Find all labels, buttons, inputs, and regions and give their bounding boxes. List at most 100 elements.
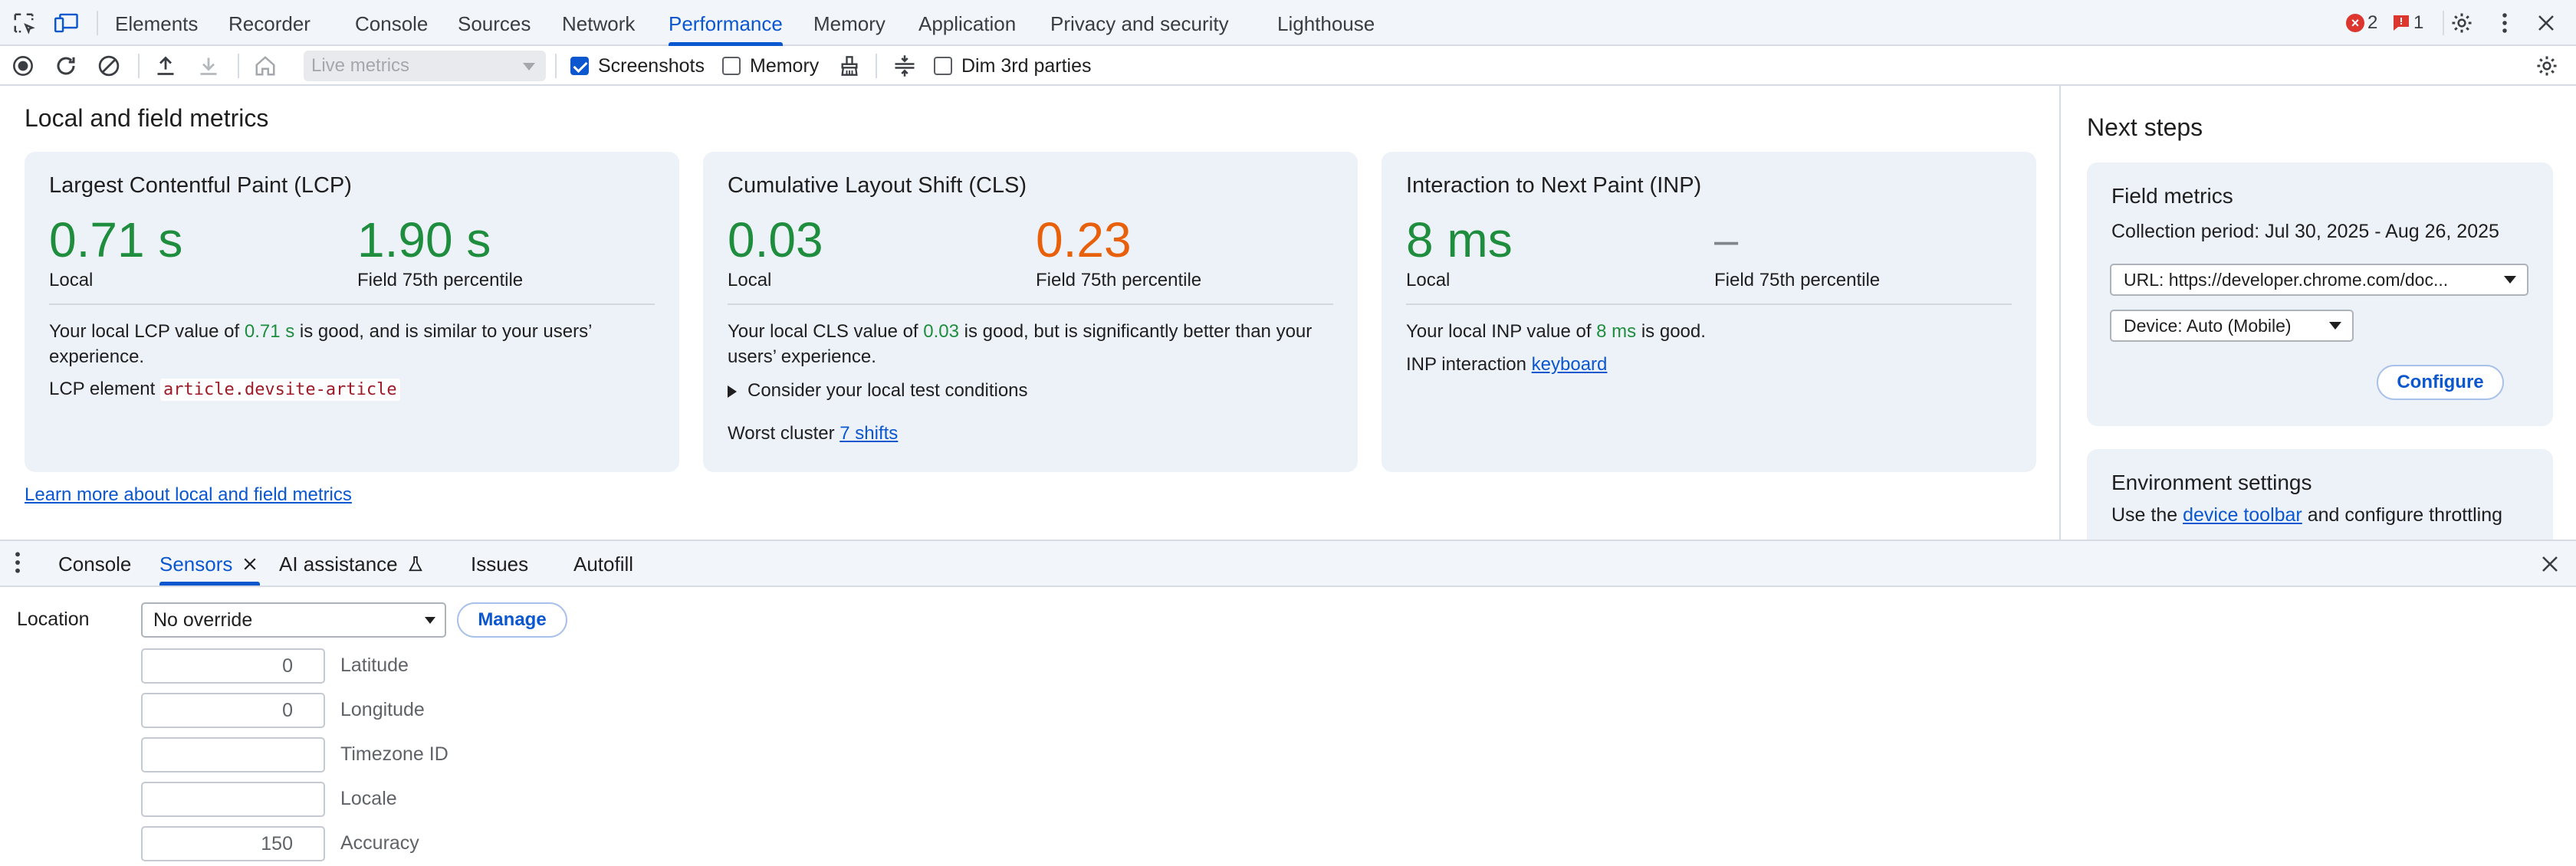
screenshots-checkbox[interactable]	[570, 57, 589, 75]
download-icon	[195, 53, 222, 79]
lcp-title: Largest Contentful Paint (LCP)	[49, 173, 352, 198]
collection-period: Collection period: Jul 30, 2025 - Aug 26…	[2111, 221, 2499, 242]
next-steps-panel: Next steps Field metrics Collection peri…	[2059, 86, 2576, 540]
cls-title: Cumulative Layout Shift (CLS)	[728, 173, 1027, 198]
divider	[49, 303, 655, 305]
consider-conditions-toggle[interactable]: Consider your local test conditions	[728, 380, 1028, 402]
page-title: Local and field metrics	[25, 104, 269, 132]
worst-cluster-label: Worst cluster	[728, 423, 835, 444]
location-select[interactable]: No override	[141, 602, 446, 638]
lcp-description: Your local LCP value of 0.71 s is good, …	[49, 319, 658, 369]
drawer-tab-sensors-label: Sensors	[159, 553, 233, 576]
lcp-local-value: 0.71 s	[49, 212, 183, 267]
drawer-tab-issues[interactable]: Issues	[471, 541, 528, 586]
tab-lighthouse[interactable]: Lighthouse	[1277, 0, 1375, 46]
inp-text-value: 8 ms	[1596, 321, 1637, 342]
upload-icon[interactable]	[152, 53, 179, 79]
mode-select: Live metrics	[304, 51, 546, 81]
env-text-before: Use the	[2111, 504, 2183, 526]
drawer-tab-sensors[interactable]: Sensors	[159, 541, 261, 586]
manage-button[interactable]: Manage	[457, 602, 567, 638]
split-layout-icon[interactable]	[891, 53, 918, 79]
memory-checkbox[interactable]	[722, 57, 741, 75]
cls-field-value: 0.23	[1036, 212, 1132, 267]
drawer-tab-ai-assistance[interactable]: AI assistance	[279, 541, 423, 586]
inp-text-before: Your local INP value of	[1406, 321, 1597, 342]
inspect-element-icon[interactable]	[11, 10, 37, 36]
tab-console[interactable]: Console	[355, 0, 428, 46]
lcp-text-value: 0.71 s	[244, 321, 295, 342]
home-icon	[251, 53, 279, 79]
issue-count-badge[interactable]: 1	[2392, 12, 2423, 34]
locale-input[interactable]	[141, 782, 325, 817]
latitude-input[interactable]: 0	[141, 648, 325, 684]
lcp-local-label: Local	[49, 270, 94, 290]
close-tab-icon[interactable]	[243, 557, 257, 571]
field-metrics-card: Field metrics Collection period: Jul 30,…	[2087, 162, 2553, 426]
cls-text-value: 0.03	[923, 321, 959, 342]
inp-interaction-link[interactable]: keyboard	[1532, 354, 1608, 375]
chevron-down-icon	[523, 63, 535, 71]
flask-icon	[408, 556, 422, 572]
lcp-element-selector[interactable]: article.devsite-article	[159, 379, 400, 401]
reload-icon[interactable]	[52, 53, 80, 79]
settings-gear-icon[interactable]	[2449, 10, 2475, 36]
url-select[interactable]: URL: https://developer.chrome.com/doc...	[2110, 264, 2528, 296]
device-select[interactable]: Device: Auto (Mobile)	[2110, 310, 2354, 342]
tab-performance[interactable]: Performance	[669, 0, 783, 46]
env-text-after: and configure throttling	[2302, 504, 2503, 526]
tab-recorder[interactable]: Recorder	[228, 0, 310, 46]
timezone-id-input[interactable]	[141, 737, 325, 773]
inp-field-value: –	[1714, 215, 1739, 264]
inp-text-after: is good.	[1636, 321, 1706, 342]
error-count-badge[interactable]: × 2	[2346, 12, 2377, 34]
drawer-tab-ai-assistance-label: AI assistance	[279, 553, 398, 576]
inp-interaction-label: INP interaction	[1406, 354, 1526, 375]
worst-cluster-link[interactable]: 7 shifts	[840, 423, 898, 444]
device-toolbar-link[interactable]: device toolbar	[2183, 504, 2302, 526]
clear-icon[interactable]	[95, 53, 123, 79]
drawer-menu-icon[interactable]	[14, 550, 21, 579]
inp-interaction-row: INP interaction keyboard	[1406, 354, 1607, 376]
configure-button[interactable]: Configure	[2377, 365, 2504, 400]
cls-description: Your local CLS value of 0.03 is good, bu…	[728, 319, 1336, 369]
dim-3rd-parties-checkbox[interactable]	[934, 57, 952, 75]
screenshots-label[interactable]: Screenshots	[598, 52, 705, 80]
close-drawer-icon[interactable]	[2541, 555, 2559, 577]
tab-privacy-and-security[interactable]: Privacy and security	[1050, 0, 1229, 46]
tab-sources[interactable]: Sources	[458, 0, 531, 46]
inp-field-label: Field 75th percentile	[1714, 270, 1881, 290]
location-label: Location	[17, 608, 90, 630]
divider	[238, 54, 239, 78]
issue-count: 1	[2413, 12, 2424, 33]
tab-elements[interactable]: Elements	[115, 0, 198, 46]
environment-settings-text: Use the device toolbar and configure thr…	[2111, 504, 2502, 526]
drawer-tab-autofill[interactable]: Autofill	[573, 541, 633, 586]
memory-label[interactable]: Memory	[750, 52, 819, 80]
drawer-tab-console[interactable]: Console	[58, 541, 131, 586]
drawer-tab-bar: Console Sensors AI assistance Issues Aut…	[0, 540, 2576, 587]
consider-conditions-label: Consider your local test conditions	[748, 380, 1028, 401]
close-devtools-icon[interactable]	[2533, 10, 2559, 36]
divider	[876, 54, 877, 78]
divider	[97, 11, 98, 35]
settings-gear-icon[interactable]	[2533, 53, 2561, 79]
broom-icon[interactable]	[836, 53, 863, 79]
environment-settings-title: Environment settings	[2111, 471, 2312, 494]
more-vertical-icon[interactable]	[2492, 10, 2518, 36]
lcp-element-row: LCP element article.devsite-article	[49, 379, 400, 401]
accuracy-input[interactable]: 150	[141, 826, 325, 861]
next-steps-title: Next steps	[2087, 113, 2203, 141]
tab-network[interactable]: Network	[562, 0, 635, 46]
longitude-input[interactable]: 0	[141, 693, 325, 728]
device-toolbar-icon[interactable]	[54, 10, 80, 36]
divider	[2443, 11, 2444, 35]
inp-title: Interaction to Next Paint (INP)	[1406, 173, 1702, 198]
learn-more-link[interactable]: Learn more about local and field metrics	[25, 484, 352, 506]
dim-3rd-parties-label[interactable]: Dim 3rd parties	[961, 52, 1092, 80]
accuracy-label: Accuracy	[340, 832, 419, 854]
tab-application[interactable]: Application	[918, 0, 1016, 46]
disclosure-triangle-icon	[728, 385, 737, 398]
record-icon[interactable]	[9, 53, 37, 79]
tab-memory[interactable]: Memory	[813, 0, 886, 46]
